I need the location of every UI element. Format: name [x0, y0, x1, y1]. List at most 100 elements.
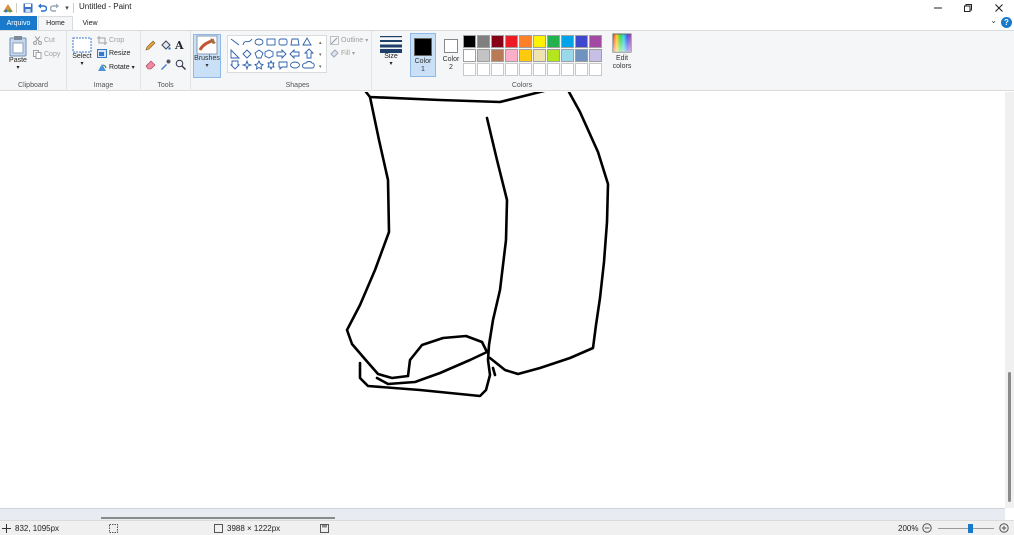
horizontal-scroll-thumb[interactable]	[101, 517, 335, 519]
vertical-scroll-thumb[interactable]	[1008, 372, 1011, 502]
size-label: Size	[384, 53, 398, 60]
color-swatch[interactable]	[463, 63, 476, 76]
zoom-in-icon[interactable]	[999, 523, 1009, 533]
color2-label: Color 2	[442, 56, 460, 71]
rotate-button[interactable]: Rotate ▾	[97, 63, 135, 72]
customize-quick-access-icon[interactable]: ▾	[61, 2, 73, 14]
color-swatch[interactable]	[547, 35, 560, 48]
selection-size-icon	[109, 524, 118, 533]
rainbow-palette-icon	[612, 33, 632, 53]
outline-dropdown-icon: ▾	[365, 38, 369, 44]
color-swatch[interactable]	[519, 35, 532, 48]
color-swatch[interactable]	[575, 35, 588, 48]
color-swatch[interactable]	[505, 49, 518, 62]
color-swatch[interactable]	[533, 63, 546, 76]
color-swatch[interactable]	[491, 63, 504, 76]
tab-home[interactable]: Home	[38, 16, 73, 30]
fill-bucket-icon[interactable]	[160, 40, 171, 53]
group-label-colors: Colors	[511, 82, 533, 89]
copy-icon	[33, 50, 42, 59]
group-label-clipboard: Clipboard	[18, 82, 48, 89]
crop-label: Crop	[109, 37, 125, 44]
selection-size	[109, 524, 118, 533]
status-bar: 832, 1095px 3988 × 1222px 200%	[0, 520, 1014, 535]
redo-icon[interactable]	[49, 2, 61, 14]
fill-button[interactable]: Fill ▾	[330, 49, 355, 58]
restore-button[interactable]	[953, 0, 983, 16]
title-divider	[16, 3, 17, 13]
minimize-ribbon-icon[interactable]: ⌄	[990, 16, 997, 25]
color-swatch[interactable]	[491, 35, 504, 48]
pencil-icon[interactable]	[145, 40, 156, 53]
vertical-scrollbar[interactable]	[1005, 92, 1014, 508]
minimize-icon	[934, 7, 942, 9]
color1-label: Color 1	[414, 58, 432, 73]
paste-dropdown-icon[interactable]: ▾	[16, 64, 19, 71]
color-swatch[interactable]	[561, 63, 574, 76]
minimize-button[interactable]	[923, 0, 953, 16]
color-swatch[interactable]	[477, 35, 490, 48]
copy-button[interactable]: Copy	[33, 50, 60, 59]
outline-button[interactable]: Outline ▾	[330, 36, 368, 45]
help-icon[interactable]: ?	[1001, 17, 1012, 28]
color-swatch[interactable]	[463, 35, 476, 48]
title-bar: ▾ Untitled - Paint	[0, 0, 1014, 16]
tab-file-arquivo[interactable]: Arquivo	[0, 16, 37, 30]
color-swatch[interactable]	[505, 63, 518, 76]
rotate-dropdown-icon[interactable]: ▾	[132, 64, 135, 71]
outline-icon	[330, 36, 339, 45]
fill-dropdown-icon: ▾	[351, 51, 355, 57]
color-swatch[interactable]	[575, 49, 588, 62]
color-swatch[interactable]	[505, 35, 518, 48]
move-cursor-icon	[2, 524, 11, 533]
close-button[interactable]	[984, 0, 1014, 16]
color-swatch[interactable]	[547, 63, 560, 76]
color-swatch[interactable]	[519, 49, 532, 62]
edit-colors-button[interactable]: Edit colors	[609, 33, 635, 77]
color-swatch[interactable]	[477, 49, 490, 62]
cut-label: Cut	[44, 37, 55, 44]
zoom-slider-thumb[interactable]	[968, 524, 973, 533]
color-swatch[interactable]	[589, 63, 602, 76]
eraser-icon[interactable]	[145, 59, 156, 72]
zoom-level-text: 200%	[898, 524, 919, 533]
paste-button[interactable]: Paste ▾	[6, 35, 30, 71]
zoom-slider[interactable]	[938, 528, 994, 529]
crop-button[interactable]: Crop	[97, 36, 124, 45]
color-swatch[interactable]	[561, 35, 574, 48]
horizontal-scrollbar[interactable]	[0, 508, 1005, 520]
svg-text:▾: ▾	[319, 64, 322, 70]
tab-view[interactable]: View	[76, 16, 104, 30]
undo-icon[interactable]	[36, 2, 48, 14]
text-tool-icon[interactable]: A	[175, 39, 184, 52]
color-swatch[interactable]	[575, 63, 588, 76]
color-picker-icon[interactable]	[160, 59, 171, 72]
color-swatch[interactable]	[519, 63, 532, 76]
select-dropdown-icon[interactable]: ▾	[80, 60, 83, 67]
shapes-gallery[interactable]: ▴ ▾ ▾	[227, 35, 327, 73]
resize-button[interactable]: Resize	[97, 49, 130, 58]
size-button[interactable]: Size ▾	[379, 35, 403, 67]
color-swatch[interactable]	[589, 49, 602, 62]
color-swatch[interactable]	[477, 63, 490, 76]
brushes-button[interactable]: Brushes ▾	[193, 34, 221, 78]
cut-button[interactable]: Cut	[33, 36, 55, 45]
copy-label: Copy	[44, 51, 61, 58]
close-icon	[995, 4, 1003, 12]
resize-icon	[97, 49, 107, 58]
canvas-size-icon	[214, 524, 223, 533]
color-swatch[interactable]	[533, 49, 546, 62]
zoom-out-icon[interactable]	[922, 523, 932, 533]
select-button[interactable]: Select ▾	[70, 37, 94, 67]
color1-button[interactable]: Color 1	[410, 33, 436, 77]
magnifier-icon[interactable]	[175, 59, 186, 72]
color-swatch[interactable]	[463, 49, 476, 62]
color-swatch[interactable]	[491, 49, 504, 62]
color-swatch[interactable]	[561, 49, 574, 62]
color-swatch[interactable]	[533, 35, 546, 48]
drawing-canvas[interactable]	[0, 89, 1005, 508]
color2-button[interactable]: Color 2	[439, 33, 463, 77]
save-icon[interactable]	[22, 2, 34, 14]
color-swatch[interactable]	[547, 49, 560, 62]
color-swatch[interactable]	[589, 35, 602, 48]
